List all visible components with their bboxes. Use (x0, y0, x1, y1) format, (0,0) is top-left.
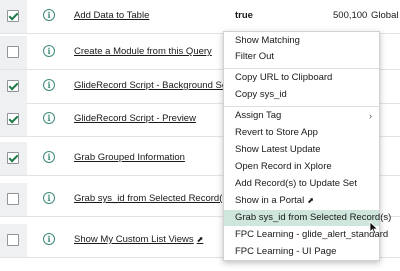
row-checkbox[interactable] (7, 113, 19, 125)
row-checkbox[interactable] (7, 80, 19, 92)
info-icon[interactable]: i (43, 9, 55, 21)
info-icon[interactable]: i (43, 233, 55, 245)
external-link-icon: ⬈ (196, 235, 204, 244)
table-row[interactable]: i Add Data to Table true 500,100 Global (0, 0, 400, 34)
info-icon[interactable]: i (43, 45, 55, 57)
row-checkbox[interactable] (7, 152, 19, 164)
menu-divider (224, 106, 379, 107)
row-checkbox[interactable] (7, 46, 19, 58)
checkbox-cell (0, 183, 27, 216)
row-checkbox[interactable] (7, 234, 19, 246)
record-name-link[interactable]: Grab sys_id from Selected Record(s) (74, 193, 230, 204)
menu-item-assign-tag[interactable]: Assign Tag › (224, 108, 379, 124)
checkbox-cell (0, 103, 27, 136)
info-icon[interactable]: i (43, 192, 55, 204)
menu-item-open-in-xplore[interactable]: Open Record in Xplore (224, 159, 379, 175)
scope-value: Global (371, 10, 399, 21)
external-link-icon: ⬈ (307, 196, 314, 205)
menu-item-show-in-portal[interactable]: Show in a Portal ⬈ (224, 193, 379, 209)
info-icon[interactable]: i (43, 151, 55, 163)
menu-item-revert-to-store-app[interactable]: Revert to Store App (224, 125, 379, 141)
record-name-text: Show My Custom List Views (74, 234, 194, 245)
menu-item-label: Show in a Portal (235, 195, 305, 206)
record-name-link[interactable]: GlideRecord Script - Background Script - (74, 80, 246, 91)
menu-item-show-latest-update[interactable]: Show Latest Update (224, 142, 379, 158)
chevron-right-icon: › (369, 111, 372, 121)
checkbox-cell (0, 70, 27, 103)
checkbox-cell (0, 142, 27, 175)
mouse-cursor-icon (369, 221, 379, 235)
record-name-link[interactable]: Create a Module from this Query (74, 46, 212, 57)
record-name-link[interactable]: GlideRecord Script - Preview (74, 113, 196, 124)
info-icon[interactable]: i (43, 112, 55, 124)
menu-item-copy-sys-id[interactable]: Copy sys_id (224, 87, 379, 103)
menu-item-add-to-update-set[interactable]: Add Record(s) to Update Set (224, 176, 379, 192)
row-checkbox[interactable] (7, 10, 19, 22)
checkbox-cell (0, 224, 27, 257)
menu-item-grab-sys-id[interactable]: Grab sys_id from Selected Record(s) (224, 210, 391, 226)
info-icon[interactable]: i (43, 79, 55, 91)
menu-divider (224, 68, 379, 69)
checkbox-cell (0, 0, 27, 33)
record-name-link[interactable]: Add Data to Table (74, 10, 149, 21)
menu-item-copy-url[interactable]: Copy URL to Clipboard (224, 70, 379, 86)
menu-item-fpc-ui-page[interactable]: FPC Learning - UI Page (224, 244, 379, 260)
order-value: 500,100 (333, 10, 368, 21)
menu-item-label: Assign Tag (235, 110, 282, 121)
record-name-link[interactable]: Grab Grouped Information (74, 152, 185, 163)
checkbox-cell (0, 36, 27, 69)
row-checkbox[interactable] (7, 193, 19, 205)
record-name-link[interactable]: Show My Custom List Views ⬈ (74, 234, 203, 245)
menu-item-filter-out[interactable]: Filter Out (224, 49, 379, 65)
menu-item-show-matching[interactable]: Show Matching (224, 33, 379, 49)
active-value: true (235, 10, 253, 21)
context-menu: Show Matching Filter Out Copy URL to Cli… (223, 31, 391, 261)
menu-item-fpc-glide-alert[interactable]: FPC Learning - glide_alert_standard (224, 227, 388, 243)
